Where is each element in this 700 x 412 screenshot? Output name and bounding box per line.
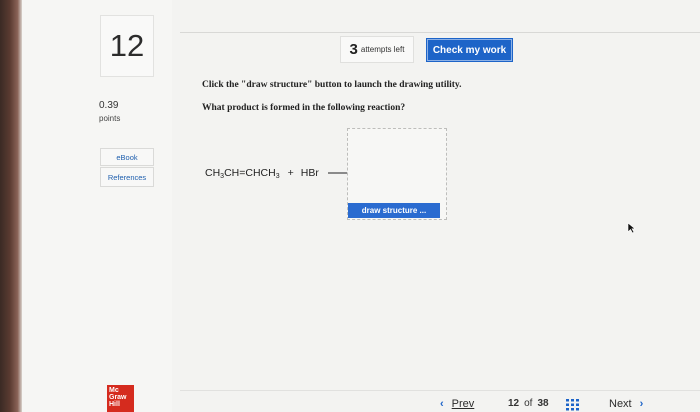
ebook-button[interactable]: eBook <box>100 148 154 166</box>
attempts-count: 3 <box>349 41 358 58</box>
attempts-left: 3 attempts left <box>340 36 414 63</box>
question-number: 12 <box>100 15 154 77</box>
next-label: Next <box>609 398 632 410</box>
check-my-work-button[interactable]: Check my work <box>426 38 513 62</box>
chevron-right-icon: › <box>639 398 644 410</box>
logo-line: Graw <box>109 394 127 401</box>
draw-structure-button[interactable]: draw structure ... <box>348 203 440 218</box>
points-label: points <box>99 114 121 123</box>
header-divider <box>180 32 700 33</box>
references-button[interactable]: References <box>100 167 154 187</box>
total-pages: 38 <box>537 398 549 409</box>
chevron-left-icon: ‹ <box>440 398 444 410</box>
reactant-part: CH=CHCH <box>224 166 276 179</box>
instruction-text: Click the "draw structure" button to lau… <box>202 80 462 90</box>
attempts-text: attempts left <box>360 45 405 54</box>
mcgraw-hill-logo: Mc Graw Hill <box>107 385 134 412</box>
page-indicator: 12 of 38 <box>508 398 549 409</box>
points-value: 0.39 <box>99 100 119 111</box>
current-page: 12 <box>508 398 520 409</box>
question-text: What product is formed in the following … <box>202 103 406 113</box>
prev-button[interactable]: ‹ Prev <box>440 398 474 410</box>
left-edge-background <box>0 0 22 412</box>
plus-sign: + <box>287 167 294 179</box>
reactant-part: CH <box>205 166 221 179</box>
prev-label: Prev <box>451 398 475 410</box>
reactant: CH3CH=CHCH3 <box>205 167 280 180</box>
reagent: HBr <box>300 167 319 179</box>
footer-divider <box>180 390 700 391</box>
logo-line: Mc <box>109 387 119 394</box>
page-of: of <box>524 398 533 409</box>
cursor-icon <box>627 222 636 234</box>
logo-line: Hill <box>109 401 120 408</box>
next-button[interactable]: Next › <box>609 398 643 410</box>
grid-icon[interactable] <box>566 399 580 411</box>
reaction-equation: CH3CH=CHCH3 + HBr <box>205 165 356 181</box>
reactant-subscript: 3 <box>275 172 280 180</box>
